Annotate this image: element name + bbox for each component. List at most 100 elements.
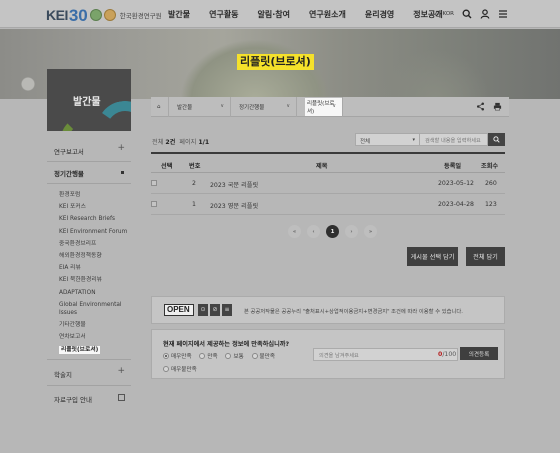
row-checkbox[interactable] [151,180,157,186]
sidebar-item-periodicals[interactable]: 정기간행물 [47,162,131,184]
chevron-down-icon: ∨ [286,102,290,109]
first-page-button[interactable]: « [288,225,301,238]
row-date: 2023-05-12 [438,180,474,187]
banner-sprout-image-2 [380,49,490,99]
chevron-down-icon: ∨ [332,102,336,109]
submenu-item-china-brief[interactable]: 중국환경브리프 [47,238,131,250]
submenu-item-global-issues-2[interactable]: Issues [47,309,131,319]
row-number: 2 [192,180,196,187]
row-title[interactable]: 2023 영문 리플릿 [210,201,258,210]
option-very-satisfied[interactable]: 매우만족 [163,352,192,360]
col-header-title[interactable]: 제목 [316,161,327,170]
radio-icon [199,353,206,359]
search-input[interactable]: 검색할 내용을 입력하세요 [420,133,488,146]
search-scope-select[interactable]: 전체 ▾ [355,133,420,146]
noncommercial-icon: ⊘ [210,304,220,316]
table-row[interactable]: 1 2023 영문 리플릿 2023-04-28 123 [151,194,505,215]
menu-icon[interactable] [498,9,508,19]
col-header-views[interactable]: 조회수 [481,161,498,170]
table-row[interactable]: 2 2023 국문 리플릿 2023-05-12 260 [151,173,505,194]
home-icon: ⌂ [157,103,161,110]
nav-item-news[interactable]: 알림·참여 [258,9,290,20]
row-number: 1 [192,201,196,208]
sidebar-item-label: 연구보고서 [54,148,84,156]
sidebar-menu: 연구보고서 + 정기간행물 환경포럼 KEI 포커스 KEI Research … [47,140,131,410]
breadcrumb-level2[interactable]: 정기간행물 ∨ [231,96,297,117]
page-1-button[interactable]: 1 [326,225,339,238]
sidebar-item-journal[interactable]: 학술지 + [47,360,131,386]
submenu-item-north-korea[interactable]: KEI 북한환경리뷰 [47,274,131,286]
share-icon[interactable] [476,102,485,111]
next-page-button[interactable]: › [345,225,358,238]
submenu-item-annual-report[interactable]: 연차보고서 [47,331,131,343]
submenu-item-eia-review[interactable]: EIA 리뷰 [47,262,131,274]
nav-item-publications[interactable]: 발간물 [168,9,190,20]
row-checkbox[interactable] [151,201,157,207]
option-neutral[interactable]: 보통 [225,352,244,360]
logo-30-text: 30 [68,5,88,25]
license-text: 본 공공저작물은 공공누리 "출처표시+상업적이용금지+변경금지" 조건에 따라… [244,309,463,315]
radio-icon [225,353,232,359]
submenu-item-environment-forum[interactable]: KEI Environment Forum [47,226,131,238]
noderivatives-icon: ≡ [222,304,232,316]
breadcrumb-level1-label: 발간물 [177,104,193,111]
option-dissatisfied[interactable]: 불만족 [251,352,275,360]
nav-item-research[interactable]: 연구활동 [209,9,238,20]
submenu-item-overseas-policy[interactable]: 해외환경정책동향 [47,250,131,262]
last-page-button[interactable]: » [364,225,377,238]
kogl-open-logo: OPEN [164,304,194,316]
row-title[interactable]: 2023 국문 리플릿 [210,180,258,189]
submenu-item-global-issues[interactable]: Global Environmental [47,299,131,309]
add-all-button[interactable]: 전체 담기 [466,247,505,266]
col-header-select: 선택 [161,163,173,170]
breadcrumb-level3[interactable]: 리플릿(브로셔) ∨ [297,96,343,117]
breadcrumb-home[interactable]: ⌂ [151,96,169,117]
site-logo[interactable]: KEI 30 한국환경연구원 [46,5,162,25]
result-summary: 전체 2건 페이지 1/1 [152,137,209,146]
print-icon[interactable] [493,102,502,111]
search-button[interactable] [488,133,505,146]
submenu-item-leaflet[interactable]: 리플릿(브로셔) [47,344,131,356]
option-very-dissatisfied[interactable]: 매우불만족 [163,365,197,373]
main-nav: 발간물 연구활동 알림·참여 연구원소개 윤리경영 정보공개 [168,0,462,28]
option-label: 보통 [233,354,244,360]
plus-icon: + [117,365,125,376]
breadcrumb-level3-label: 리플릿(브로셔) [305,97,342,116]
prev-page-button[interactable]: ‹ [307,225,320,238]
submenu-item-focus[interactable]: KEI 포커스 [47,201,131,213]
option-label: 매우만족 [171,354,192,360]
language-selector[interactable]: KOR [434,11,454,17]
option-satisfied[interactable]: 만족 [199,352,218,360]
search-icon[interactable] [462,9,472,19]
opinion-input[interactable]: 의견을 남겨주세요 [313,348,458,361]
sidebar-item-purchase[interactable]: 자료구입 안내 [47,386,131,410]
counter-max: /100 [442,351,457,358]
external-link-icon [118,393,125,401]
pagination: « ‹ 1 › » [288,225,377,238]
row-views: 260 [485,180,497,187]
col-header-date[interactable]: 등록일 [444,161,461,170]
submenu-item-forum[interactable]: 환경포럼 [47,189,131,201]
header-utilities: KOR [434,0,508,28]
submit-opinion-button[interactable]: 의견등록 [460,347,498,360]
col-header-number: 번호 [189,163,201,170]
sidebar-title-box: 발간물 [47,69,131,131]
total-label: 전체 [152,139,164,146]
anniversary-badge-icon [89,9,102,21]
sidebar-item-reports[interactable]: 연구보고서 + [47,140,131,162]
submenu-item-adaptation[interactable]: ADAPTATION [47,287,131,299]
submenu-item-research-briefs[interactable]: KEI Research Briefs [47,213,131,225]
award-badge-icon [103,9,116,21]
user-icon[interactable] [480,9,490,19]
nav-item-ethics[interactable]: 윤리경영 [365,9,394,20]
character-counter: 0/100 [438,351,456,358]
nav-item-about[interactable]: 연구원소개 [309,9,346,20]
sidebar-item-label: 학술지 [54,370,72,379]
language-label: KOR [442,11,454,17]
breadcrumb-level1[interactable]: 발간물 ∨ [169,96,231,117]
radio-icon [163,366,169,372]
add-selected-button[interactable]: 게시물 선택 담기 [407,247,458,266]
submenu-item-other[interactable]: 기타간행물 [47,319,131,331]
breadcrumb: ⌂ 발간물 ∨ 정기간행물 ∨ 리플릿(브로셔) ∨ [151,96,509,117]
option-label: 불만족 [259,354,275,360]
